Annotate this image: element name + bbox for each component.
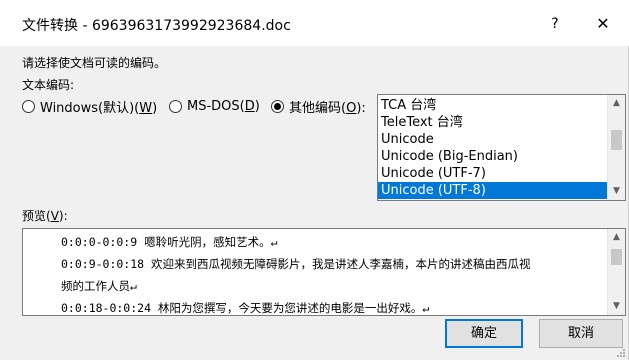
scroll-up-icon[interactable]: ▲	[608, 95, 625, 112]
radio-circle-checked[interactable]	[271, 99, 284, 113]
radio-other-encoding[interactable]: 其他编码(O):	[271, 97, 366, 116]
preview-line: 0:0:0-0:0:9 嗯聆听光阴，感知艺术。↵	[61, 235, 278, 249]
file-conversion-dialog: 文件转换 - 6963963173992923684.doc ? ✕ 请选择使文…	[0, 0, 629, 360]
encoding-list-item[interactable]: TCA 台湾	[378, 97, 607, 114]
encoding-listbox[interactable]: TCA 台湾 TeleText 台湾 Unicode Unicode (Big-…	[377, 94, 626, 201]
preview-line: 0:0:18-0:0:24 林阳为您撰写，今天要为您讲述的电影是一出好戏。↵	[61, 301, 430, 315]
title-bar: 文件转换 - 6963963173992923684.doc ? ✕	[0, 0, 629, 46]
window-title: 文件转换 - 6963963173992923684.doc	[22, 18, 291, 34]
preview-scrollbar[interactable]: ▲ ▼	[607, 229, 625, 315]
radio-circle[interactable]	[22, 99, 35, 113]
radio-label: 其他编码(O):	[289, 100, 366, 116]
resize-grip-icon[interactable]	[616, 348, 626, 358]
radio-ms-dos[interactable]: MS-DOS(D)	[169, 97, 260, 115]
help-button[interactable]: ?	[540, 13, 570, 35]
radio-label: Windows(默认)(W)	[40, 100, 158, 116]
instruction-text: 请选择使文档可读的编码。	[22, 56, 167, 70]
preview-box[interactable]: 0:0:0-0:0:9 嗯聆听光阴，感知艺术。↵ 0:0:9-0:0:18 欢迎…	[22, 228, 626, 316]
radio-windows-default[interactable]: Windows(默认)(W)	[22, 97, 158, 116]
encoding-list-scrollbar[interactable]: ▲ ▼	[607, 95, 625, 200]
encoding-list-item-selected[interactable]: Unicode (UTF-8)	[378, 182, 607, 199]
scroll-down-icon[interactable]: ▼	[608, 298, 625, 315]
encoding-list-item[interactable]: Unicode	[378, 131, 607, 148]
radio-circle[interactable]	[169, 99, 182, 113]
scroll-thumb[interactable]	[611, 249, 622, 265]
scroll-down-icon[interactable]: ▼	[608, 183, 625, 200]
encoding-list-item[interactable]: Unicode (UTF-7)	[378, 165, 607, 182]
ok-button[interactable]: 确定	[445, 319, 523, 348]
encoding-list-item[interactable]: TeleText 台湾	[378, 114, 607, 131]
radio-label: MS-DOS(D)	[187, 98, 260, 114]
cancel-button[interactable]: 取消	[539, 319, 623, 348]
close-button[interactable]: ✕	[586, 13, 620, 35]
preview-line: 0:0:9-0:0:18 欢迎来到西瓜视频无障碍影片，我是讲述人李嘉楠，本片的讲…	[61, 257, 531, 271]
preview-line: 频的工作人员↵	[61, 279, 137, 293]
scroll-thumb[interactable]	[611, 130, 622, 150]
encoding-list-item[interactable]: Unicode (Big-Endian)	[378, 148, 607, 165]
text-encoding-label: 文本编码:	[22, 78, 75, 92]
scroll-up-icon[interactable]: ▲	[608, 229, 625, 246]
preview-label: 预览(V):	[22, 209, 68, 223]
